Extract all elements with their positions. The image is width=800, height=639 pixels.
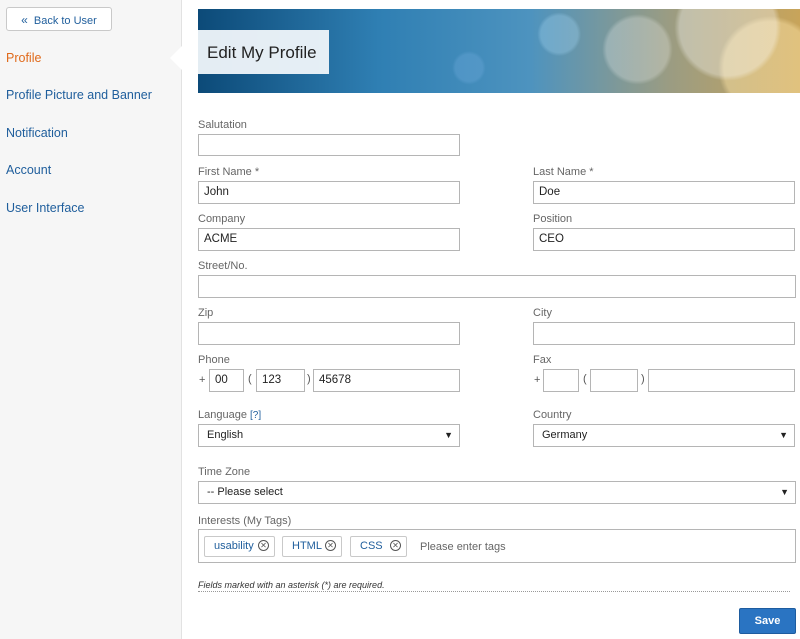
fax-close-paren: ) bbox=[641, 373, 645, 385]
last-name-field[interactable]: Doe bbox=[533, 181, 795, 204]
tag-chip: HTML ✕ bbox=[282, 536, 342, 557]
sidebar-item-profile-picture-and-banner[interactable]: Profile Picture and Banner bbox=[6, 88, 152, 102]
fax-area-code-field[interactable] bbox=[590, 369, 638, 392]
zip-label: Zip bbox=[198, 307, 214, 319]
phone-plus: + bbox=[199, 374, 206, 386]
language-label: Language [?] bbox=[198, 409, 261, 421]
double-chevron-left-icon: « bbox=[21, 13, 28, 27]
phone-label: Phone bbox=[198, 354, 230, 366]
active-item-indicator bbox=[170, 46, 182, 70]
timezone-label: Time Zone bbox=[198, 466, 251, 478]
street-field[interactable] bbox=[198, 275, 796, 298]
tags-placeholder: Please enter tags bbox=[420, 541, 506, 553]
timezone-select[interactable]: -- Please select ▼ bbox=[198, 481, 796, 504]
zip-field[interactable] bbox=[198, 322, 460, 345]
back-to-user-label: Back to User bbox=[33, 15, 97, 27]
phone-area-code-field[interactable]: 123 bbox=[256, 369, 305, 392]
tag-label: usability bbox=[214, 540, 254, 552]
language-label-text: Language bbox=[198, 409, 247, 421]
sidebar-item-account[interactable]: Account bbox=[6, 163, 51, 177]
tags-input[interactable]: usability ✕ HTML ✕ CSS ✕ Please enter ta… bbox=[198, 529, 796, 563]
first-name-field[interactable]: John bbox=[198, 181, 460, 204]
position-field[interactable]: CEO bbox=[533, 228, 795, 251]
salutation-field[interactable] bbox=[198, 134, 460, 156]
company-field[interactable]: ACME bbox=[198, 228, 460, 251]
phone-open-paren: ( bbox=[248, 373, 252, 385]
language-selected-value: English bbox=[207, 429, 244, 441]
circle-x-icon[interactable]: ✕ bbox=[390, 540, 401, 551]
caret-down-icon: ▼ bbox=[779, 430, 788, 440]
salutation-label: Salutation bbox=[198, 119, 247, 131]
last-name-label: Last Name * bbox=[533, 166, 594, 178]
page-title: Edit My Profile bbox=[207, 43, 317, 62]
phone-country-code-field[interactable]: 00 bbox=[209, 369, 244, 392]
country-select[interactable]: Germany ▼ bbox=[533, 424, 795, 447]
city-label: City bbox=[533, 307, 552, 319]
fax-open-paren: ( bbox=[583, 373, 587, 385]
caret-down-icon: ▼ bbox=[780, 487, 789, 497]
timezone-selected-value: -- Please select bbox=[207, 486, 283, 498]
fax-country-code-field[interactable] bbox=[543, 369, 579, 392]
tag-label: HTML bbox=[292, 540, 322, 552]
company-label: Company bbox=[198, 213, 246, 225]
sidebar-item-notification[interactable]: Notification bbox=[6, 126, 68, 140]
sidebar-item-user-interface[interactable]: User Interface bbox=[6, 201, 85, 215]
position-label: Position bbox=[533, 213, 573, 225]
phone-close-paren: ) bbox=[307, 373, 311, 385]
sidebar: « Back to User Profile Profile Picture an… bbox=[0, 0, 182, 639]
circle-x-icon[interactable]: ✕ bbox=[325, 540, 336, 551]
save-button[interactable]: Save bbox=[739, 608, 796, 634]
fax-label: Fax bbox=[533, 354, 552, 366]
tag-label: CSS bbox=[360, 540, 383, 552]
language-help-link[interactable]: [?] bbox=[250, 410, 261, 421]
back-to-user-button[interactable]: « Back to User bbox=[6, 7, 112, 31]
first-name-label: First Name * bbox=[198, 166, 260, 178]
tag-chip: usability ✕ bbox=[204, 536, 275, 557]
tag-chip: CSS ✕ bbox=[350, 536, 407, 557]
required-fields-note: Fields marked with an asterisk (*) are r… bbox=[198, 580, 790, 592]
fax-plus: + bbox=[534, 374, 541, 386]
country-label: Country bbox=[533, 409, 572, 421]
caret-down-icon: ▼ bbox=[444, 430, 453, 440]
sidebar-item-profile[interactable]: Profile bbox=[6, 51, 41, 65]
interests-label: Interests (My Tags) bbox=[198, 515, 292, 527]
country-selected-value: Germany bbox=[542, 429, 588, 441]
language-select[interactable]: English ▼ bbox=[198, 424, 460, 447]
city-field[interactable] bbox=[533, 322, 795, 345]
phone-number-field[interactable]: 45678 bbox=[313, 369, 460, 392]
street-label: Street/No. bbox=[198, 260, 248, 272]
circle-x-icon[interactable]: ✕ bbox=[258, 540, 269, 551]
fax-number-field[interactable] bbox=[648, 369, 795, 392]
